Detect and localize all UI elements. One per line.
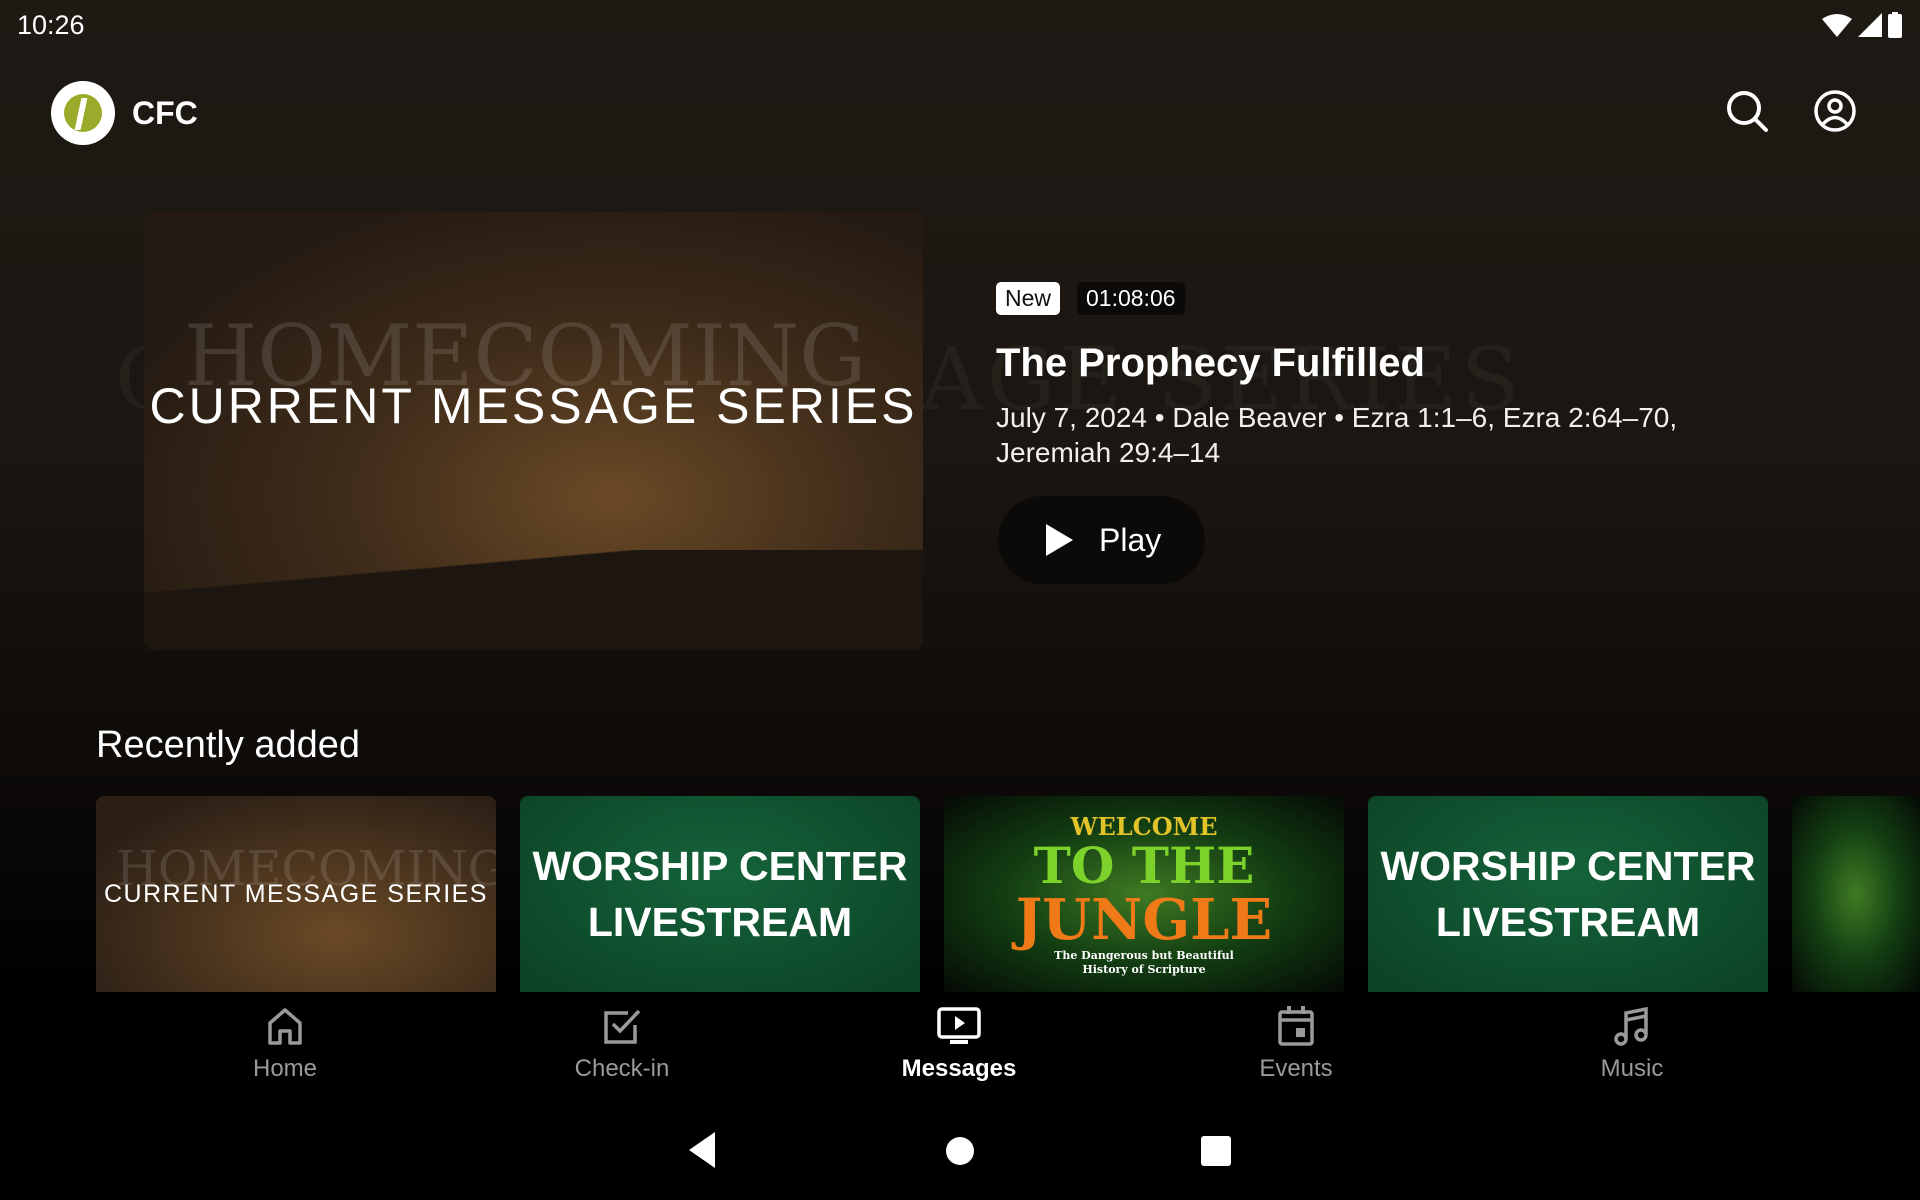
card-subtitle: The Dangerous but Beautiful [1054, 948, 1234, 962]
calendar-icon [1278, 1006, 1314, 1046]
cfc-logo[interactable] [51, 81, 115, 145]
home-circle-icon[interactable] [945, 1130, 975, 1170]
play-label: Play [1099, 521, 1162, 558]
video-screen-icon [937, 1007, 981, 1044]
recents-icon[interactable] [1201, 1130, 1231, 1170]
play-icon [1046, 524, 1073, 556]
card-partial[interactable] [1792, 796, 1920, 992]
featured-meta: July 7, 2024 • Dale Beaver • Ezra 1:1–6,… [996, 400, 1696, 470]
card-title: TO THE [1033, 835, 1255, 895]
card-title: WORSHIP CENTER LIVESTREAM [1380, 843, 1756, 945]
nav-music[interactable]: Music [1532, 1005, 1732, 1083]
checkbox-icon [604, 1009, 641, 1044]
card-subtitle: History of Scripture [1082, 962, 1206, 976]
battery-icon [1888, 12, 1902, 38]
status-time: 10:26 [17, 10, 85, 40]
section-heading: Recently added [96, 724, 361, 766]
card-title: JUNGLE [1015, 886, 1273, 953]
nav-check-in[interactable]: Check-in [522, 1005, 722, 1083]
home-icon [268, 1008, 302, 1045]
duration-badge: 01:08:06 [1077, 282, 1185, 315]
account-icon[interactable] [1813, 89, 1857, 133]
play-button[interactable]: Play [998, 496, 1205, 584]
featured-title: The Prophecy Fulfilled [996, 341, 1425, 385]
status-icons [1822, 12, 1902, 38]
card-title: WORSHIP CENTER LIVESTREAM [532, 843, 908, 945]
nav-events[interactable]: Events [1196, 1005, 1396, 1083]
card-current-message-series[interactable]: HOMECOMING CURRENT MESSAGE SERIES [96, 796, 496, 992]
card-welcome-to-the-jungle[interactable]: WELCOME TO THE JUNGLE The Dangerous but … [944, 796, 1344, 992]
wifi-icon [1822, 14, 1852, 37]
thumbnail-title: CURRENT MESSAGE SERIES [149, 378, 918, 434]
meta-line: Jeremiah 29:4–14 [996, 437, 1221, 468]
new-badge: New [996, 282, 1061, 315]
nav-home[interactable]: Home [185, 1005, 385, 1083]
search-icon[interactable] [1725, 89, 1769, 133]
brand-name: CFC [132, 95, 198, 131]
card-title: CURRENT MESSAGE SERIES [103, 879, 488, 908]
signal-icon [1858, 13, 1882, 37]
featured-thumbnail[interactable]: HOMECOMING CURRENT MESSAGE SERIES [144, 212, 923, 650]
meta-line: July 7, 2024 • Dale Beaver • Ezra 1:1–6,… [996, 402, 1678, 433]
back-icon[interactable] [687, 1130, 717, 1170]
music-note-icon [1614, 1006, 1648, 1046]
card-worship-livestream[interactable]: WORSHIP CENTER LIVESTREAM [1368, 796, 1768, 992]
card-worship-livestream[interactable]: WORSHIP CENTER LIVESTREAM [520, 796, 920, 992]
nav-messages[interactable]: Messages [859, 1005, 1059, 1083]
